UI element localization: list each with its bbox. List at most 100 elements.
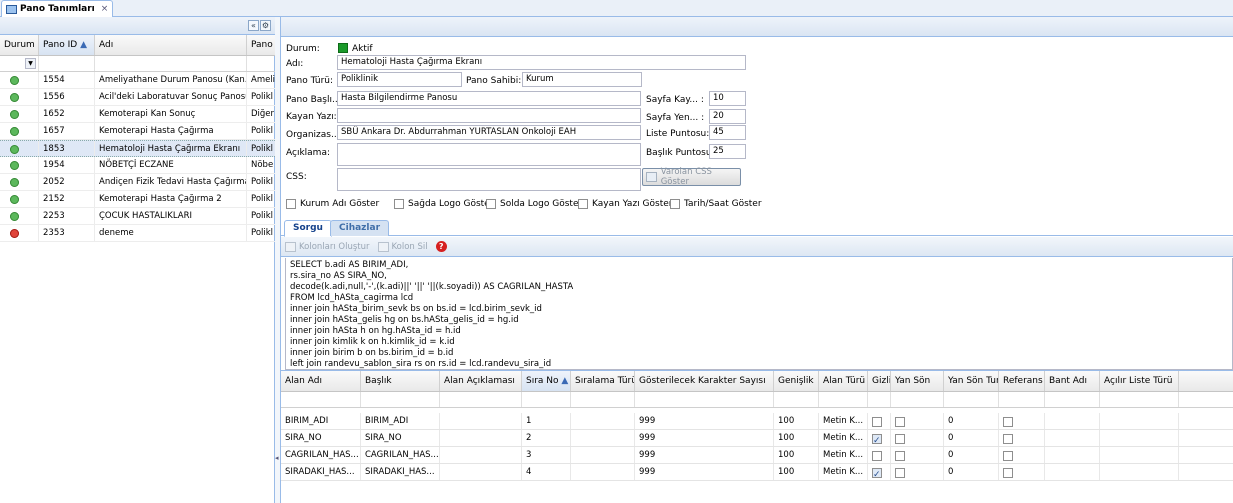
chevron-down-icon[interactable]: ▼ (25, 58, 36, 69)
tarih-saat-box[interactable] (670, 199, 680, 209)
yansondur-checkbox[interactable] (895, 467, 905, 478)
filter-cell[interactable] (522, 392, 571, 407)
filter-cell[interactable] (635, 392, 774, 407)
sagda-logo-checkbox[interactable]: Sağda Logo Göster (394, 199, 493, 209)
col-pano[interactable]: Pano (247, 35, 275, 55)
table-row[interactable]: SIRA_NOSIRA_NO 2 999100Metin K... 0 (281, 430, 1233, 447)
col-header[interactable]: Gösterilecek Karakter Sayısı (635, 371, 774, 391)
kurum-adi-checkbox[interactable]: Kurum Adı Göster (286, 199, 379, 209)
col-header[interactable]: Başlık (361, 371, 440, 391)
splitter-arrow-icon[interactable]: ◂ (275, 454, 279, 462)
filter-cell[interactable] (774, 392, 819, 407)
baslik-puntosu-label: Başlık Puntosu: (646, 148, 715, 158)
gear-icon[interactable]: ⚙ (260, 20, 271, 31)
table-row[interactable]: SIRADAKI_HAS... SIRADAKI_HAS... 4 999 100 Met… (281, 464, 1233, 481)
close-icon[interactable]: × (101, 4, 109, 14)
filter-cell[interactable] (999, 392, 1045, 407)
tab-pano-tanimlari[interactable]: Pano Tanımları × (1, 0, 113, 17)
filter-cell[interactable] (1100, 392, 1179, 407)
table-row[interactable]: 1853 Hematoloji Hasta Çağırma Ekranı Polik… (0, 140, 275, 157)
kayan-yazi-input[interactable] (337, 108, 641, 123)
solda-logo-checkbox[interactable]: Solda Logo Göster (486, 199, 582, 209)
pano-id-filter[interactable] (39, 56, 95, 71)
durum-filter[interactable]: ▼ (0, 56, 39, 71)
help-icon[interactable]: ? (435, 241, 447, 252)
filter-cell[interactable] (1045, 392, 1100, 407)
solda-logo-box[interactable] (486, 199, 496, 209)
col-header[interactable]: Genişlik (774, 371, 819, 391)
col-header[interactable]: Bant Adı (1045, 371, 1100, 391)
show-css-button[interactable]: Varolan CSS Göster (642, 167, 741, 187)
gizli-checkbox[interactable] (872, 450, 882, 461)
table-row[interactable]: 2052 Andiçen Fizik Tedavi Hasta Çağırma Po… (0, 174, 275, 191)
sagda-logo-box[interactable] (394, 199, 404, 209)
liste-puntosu-input[interactable]: 45 (709, 125, 746, 140)
pano-basligi-input[interactable]: Hasta Bilgilendirme Panosu (337, 91, 641, 106)
col-pano-id[interactable]: Pano ID ▲ (39, 35, 95, 55)
col-header[interactable]: Alan Adı (281, 371, 361, 391)
filter-cell[interactable] (891, 392, 944, 407)
gizli-checkbox[interactable] (872, 433, 882, 446)
referans-cell (999, 464, 1045, 480)
baslik-puntosu-input[interactable]: 25 (709, 144, 746, 159)
col-header[interactable]: Alan Açıklaması (440, 371, 522, 391)
table-row[interactable]: 1652 Kemoterapi Kan Sonuç Diğer (0, 106, 275, 123)
table-row[interactable]: CAGRILAN_HAS... CAGRILAN_HAS... 3 999 100 Met… (281, 447, 1233, 464)
filter-cell[interactable] (944, 392, 999, 407)
table-row[interactable]: BIRIM_ADI BIRIM_ADI 1 999 100 Metin K... 0 (281, 413, 1233, 430)
sayfa-kayit-input[interactable]: 10 (709, 91, 746, 106)
tarih-saat-checkbox[interactable]: Tarih/Saat Göster (670, 199, 762, 209)
yansondur-checkbox[interactable] (895, 416, 905, 427)
col-header[interactable]: Referans (999, 371, 1045, 391)
adi-filter[interactable] (95, 56, 247, 71)
referans-checkbox[interactable] (1003, 467, 1013, 478)
table-row[interactable]: 2253 ÇOCUK HASTALIKLARI Polikl (0, 208, 275, 225)
delete-column-button[interactable]: Kolon Sil (377, 241, 428, 252)
filter-cell[interactable] (819, 392, 868, 407)
table-row[interactable]: 2353 deneme Polikl (0, 225, 275, 242)
filter-cell[interactable] (571, 392, 635, 407)
col-header[interactable]: Yan Sön Tur. (944, 371, 999, 391)
create-columns-button[interactable]: Kolonları Oluştur (285, 241, 370, 252)
filter-cell[interactable] (868, 392, 891, 407)
pano-turu-input[interactable]: Poliklinik (337, 72, 462, 87)
table-row[interactable]: 1657 Kemoterapi Hasta Çağırma Polikl (0, 123, 275, 140)
sql-line: inner join hASta h on hg.hASta_id = h.id (290, 326, 461, 336)
aciklama-textarea[interactable] (337, 143, 641, 166)
pano-sahibi-input[interactable]: Kurum (522, 72, 642, 87)
adi-input[interactable]: Hematoloji Hasta Çağırma Ekranı (337, 55, 746, 70)
table-row[interactable]: 1556 Acil'deki Laboratuvar Sonuç Panosu Po… (0, 89, 275, 106)
kurum-adi-box[interactable] (286, 199, 296, 209)
tab-cihazlar[interactable]: Cihazlar (330, 220, 390, 236)
col-durum[interactable]: Durum (0, 35, 39, 55)
yansondur-checkbox[interactable] (895, 450, 905, 461)
col-adi[interactable]: Adı (95, 35, 247, 55)
col-header[interactable]: Yan Sön (891, 371, 944, 391)
col-header[interactable]: Alan Türü (819, 371, 868, 391)
filter-cell[interactable] (361, 392, 440, 407)
gizli-checkbox[interactable] (872, 416, 882, 427)
table-row[interactable]: 2152 Kemoterapi Hasta Çağırma 2 Polikl (0, 191, 275, 208)
col-header[interactable]: Gizli (868, 371, 891, 391)
gizli-checkbox[interactable] (872, 467, 882, 480)
organizasyon-input[interactable]: SBÜ Ankara Dr. Abdurrahman YURTASLAN Onk… (337, 125, 641, 140)
col-header[interactable]: Sıralama Türü (571, 371, 635, 391)
sayfa-yenileme-input[interactable]: 20 (709, 109, 746, 124)
sql-editor[interactable]: SELECT b.adi AS BIRIM_ADI, rs.sira_no AS… (285, 258, 1233, 370)
filter-cell[interactable] (281, 392, 361, 407)
kayan-yazi-checkbox[interactable]: Kayan Yazı Göster (578, 199, 672, 209)
table-row[interactable]: 1954 NÖBETÇİ ECZANE Nöbe (0, 157, 275, 174)
pano-filter[interactable] (247, 56, 275, 71)
kayan-yazi-box[interactable] (578, 199, 588, 209)
filter-cell[interactable] (440, 392, 522, 407)
table-row[interactable]: 1554 Ameliyathane Durum Panosu (Kan... Ame… (0, 72, 275, 89)
collapse-left-button[interactable]: « (248, 20, 259, 31)
css-textarea[interactable] (337, 168, 641, 191)
referans-checkbox[interactable] (1003, 433, 1013, 444)
tab-sorgu[interactable]: Sorgu (284, 220, 332, 237)
yansondur-checkbox[interactable] (895, 433, 905, 444)
col-header[interactable]: Açılır Liste Türü (1100, 371, 1179, 391)
referans-checkbox[interactable] (1003, 450, 1013, 461)
referans-checkbox[interactable] (1003, 416, 1013, 427)
col-header[interactable]: Sıra No ▲ (522, 371, 571, 391)
